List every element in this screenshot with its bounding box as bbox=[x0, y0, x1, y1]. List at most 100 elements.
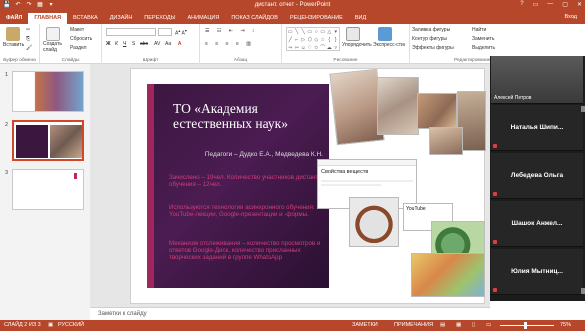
participant-tile-1[interactable]: Наталья Шипи... bbox=[491, 105, 583, 151]
slides-group: Создать слайд Макет Сбросить Раздел Слай… bbox=[40, 24, 102, 64]
new-slide-button[interactable]: Создать слайд bbox=[43, 41, 67, 53]
arrange-icon[interactable] bbox=[346, 27, 360, 41]
paragraph-group: ☰ ☷ ⇤ ⇥ ↕ ≡ ≡ ≡ ≡ ▥ Абзац bbox=[200, 24, 282, 64]
replace-button[interactable]: Заменить bbox=[472, 36, 494, 42]
italic-button[interactable]: К bbox=[115, 41, 118, 47]
photo-experiment-1[interactable] bbox=[417, 93, 457, 129]
slide-subtitle[interactable]: Педагоги – Дудко Е.А., Медведева К.Н. bbox=[173, 151, 323, 158]
font-label: Шрифт bbox=[142, 58, 159, 63]
form-line-2 bbox=[321, 184, 381, 186]
title-block[interactable]: ТО «Академия естественных наук» Педагоги… bbox=[147, 84, 329, 288]
tab-design[interactable]: ДИЗАЙН bbox=[104, 13, 139, 24]
tab-transitions[interactable]: ПЕРЕХОДЫ bbox=[138, 13, 181, 24]
clipboard-label: Буфер обмена bbox=[3, 58, 36, 63]
scroll-up-icon[interactable]: ▲ bbox=[581, 106, 585, 112]
photo-experiment-3[interactable] bbox=[429, 127, 463, 155]
window-title: дистант. отчет - PowerPoint bbox=[254, 2, 331, 8]
grow-font-icon[interactable]: A▴ A▾ bbox=[175, 28, 187, 37]
font-color-button[interactable]: A bbox=[178, 41, 181, 47]
map-image[interactable] bbox=[411, 253, 485, 297]
paste-icon[interactable] bbox=[6, 27, 20, 41]
help-icon[interactable]: ? bbox=[520, 1, 523, 8]
technologies-text[interactable]: Используются технологии асинхронного обу… bbox=[169, 204, 329, 218]
scroll-down-icon[interactable]: ▼ bbox=[581, 288, 585, 294]
mechanism-text[interactable]: Механизм отслеживания – количество просм… bbox=[169, 240, 329, 262]
tab-view[interactable]: ВИД bbox=[349, 13, 372, 24]
language-indicator[interactable]: РУССКИЙ bbox=[58, 320, 84, 331]
notes-button[interactable]: ЗАМЕТКИ bbox=[352, 320, 378, 331]
shadow-button[interactable]: S bbox=[132, 41, 135, 47]
font-name-box[interactable] bbox=[106, 28, 156, 36]
slide-thumbnail-1[interactable] bbox=[12, 71, 84, 112]
reading-view-icon[interactable]: ▯ bbox=[472, 320, 475, 331]
zoom-slider-thumb[interactable] bbox=[524, 322, 527, 329]
spacing-button[interactable]: AV bbox=[154, 41, 160, 47]
cut-icon[interactable]: ✂ bbox=[26, 27, 30, 33]
quick-styles-button[interactable]: Экспресс-стили bbox=[373, 42, 405, 48]
shapes-gallery[interactable]: ▭ ╲ ╲ ▭ ○ ▭ △ ▾ ╱ ⌐ ▷ ⬡ ◇ ☆{} ⇒ ⇦ ☺ ♡ ✩ ⌒ ☁ ▿ bbox=[286, 27, 340, 51]
zoom-level[interactable]: 75% bbox=[560, 320, 571, 331]
shape-outline-button[interactable]: Контур фигуры bbox=[412, 36, 447, 42]
format-painter-icon[interactable]: 🖌 bbox=[26, 45, 32, 51]
notes-pane[interactable]: Заметки к слайду bbox=[90, 307, 490, 320]
self-video-tile[interactable]: Алексей Петров bbox=[491, 56, 583, 104]
shape-effects-button[interactable]: Эффекты фигуры bbox=[412, 45, 454, 51]
photo-petri-dish[interactable] bbox=[349, 197, 399, 247]
change-case-button[interactable]: Aa bbox=[165, 41, 171, 47]
self-name: Алексей Петров bbox=[494, 95, 532, 101]
shape-fill-button[interactable]: Заливка фигуры bbox=[412, 27, 450, 33]
photo-children-2[interactable] bbox=[377, 77, 419, 135]
tab-home[interactable]: ГЛАВНАЯ bbox=[28, 13, 68, 24]
normal-view-icon[interactable]: ▤ bbox=[440, 320, 445, 331]
reset-button[interactable]: Сбросить bbox=[70, 36, 92, 42]
quick-styles-icon[interactable] bbox=[378, 27, 392, 41]
ribbon: Вставить ✂ ⎘ 🖌 Буфер обмена Создать слай… bbox=[0, 24, 495, 64]
copy-icon[interactable]: ⎘ bbox=[26, 36, 30, 42]
find-button[interactable]: Найти bbox=[472, 27, 486, 33]
align-icons[interactable]: ≡ ≡ ≡ ≡ ▥ bbox=[205, 41, 254, 47]
section-button[interactable]: Раздел bbox=[70, 45, 87, 51]
slide-sorter-icon[interactable]: ▦ bbox=[456, 320, 461, 331]
slide-title[interactable]: ТО «Академия естественных наук» bbox=[173, 101, 323, 131]
slide-editing-area: ТО «Академия естественных наук» Педагоги… bbox=[90, 64, 490, 307]
comments-button[interactable]: ПРИМЕЧАНИЯ bbox=[394, 320, 433, 331]
arrange-button[interactable]: Упорядочить bbox=[342, 42, 372, 48]
mic-off-icon bbox=[493, 144, 497, 148]
account-signin[interactable]: Вход bbox=[565, 14, 577, 20]
slides-label: Слайды bbox=[61, 58, 80, 63]
ribbon-display-icon[interactable]: ▭ bbox=[533, 1, 539, 8]
enrolled-text[interactable]: Зачислено – 19чел. Количество участников… bbox=[169, 174, 329, 188]
slide-thumbnail-2[interactable] bbox=[12, 120, 84, 161]
font-size-box[interactable] bbox=[158, 28, 172, 36]
bold-button[interactable]: Ж bbox=[106, 41, 111, 47]
strikethrough-button[interactable]: abc bbox=[140, 41, 148, 47]
tab-file[interactable]: ФАЙЛ bbox=[0, 13, 29, 24]
participant-tile-2[interactable]: Лебедева Ольга bbox=[491, 153, 583, 199]
accent-stripe bbox=[147, 84, 154, 288]
slide-canvas[interactable]: ТО «Академия естественных наук» Педагоги… bbox=[130, 68, 486, 304]
form-line-1 bbox=[321, 180, 413, 182]
title-bar: 💾 ↶ ↷ ▦ ▾ дистант. отчет - PowerPoint ? … bbox=[0, 0, 585, 12]
close-button[interactable]: ✕ bbox=[577, 1, 582, 8]
slideshow-view-icon[interactable]: ▭ bbox=[486, 320, 491, 331]
new-slide-icon[interactable] bbox=[46, 27, 60, 41]
participant-name-3: Шашок Анжел... bbox=[511, 220, 563, 227]
paste-button[interactable]: Вставить bbox=[3, 42, 24, 48]
participant-tile-3[interactable]: Шашок Анжел... bbox=[491, 201, 583, 247]
tab-review[interactable]: РЕЦЕНЗИРОВАНИЕ bbox=[284, 13, 349, 24]
tab-insert[interactable]: ВСТАВКА bbox=[67, 13, 104, 24]
participant-tile-4[interactable]: Юлия Мытниц... bbox=[491, 249, 583, 295]
slide-thumbnail-3[interactable] bbox=[12, 169, 84, 210]
editing-group: Найти Заменить Выделить Редактирование bbox=[454, 24, 495, 64]
underline-button[interactable]: Ч bbox=[123, 41, 126, 47]
tab-animations[interactable]: АНИМАЦИЯ bbox=[182, 13, 226, 24]
minimize-button[interactable]: — bbox=[547, 1, 553, 8]
clipboard-group: Вставить ✂ ⎘ 🖌 Буфер обмена bbox=[0, 24, 40, 64]
zoom-slider[interactable] bbox=[500, 325, 554, 326]
maximize-button[interactable]: ▢ bbox=[562, 1, 568, 8]
tab-slideshow[interactable]: ПОКАЗ СЛАЙДОВ bbox=[225, 13, 284, 24]
spellcheck-icon[interactable]: ▣ bbox=[48, 320, 53, 331]
list-icons[interactable]: ☰ ☷ ⇤ ⇥ ↕ bbox=[205, 28, 257, 34]
layout-button[interactable]: Макет bbox=[70, 27, 84, 33]
select-button[interactable]: Выделить bbox=[472, 45, 495, 51]
